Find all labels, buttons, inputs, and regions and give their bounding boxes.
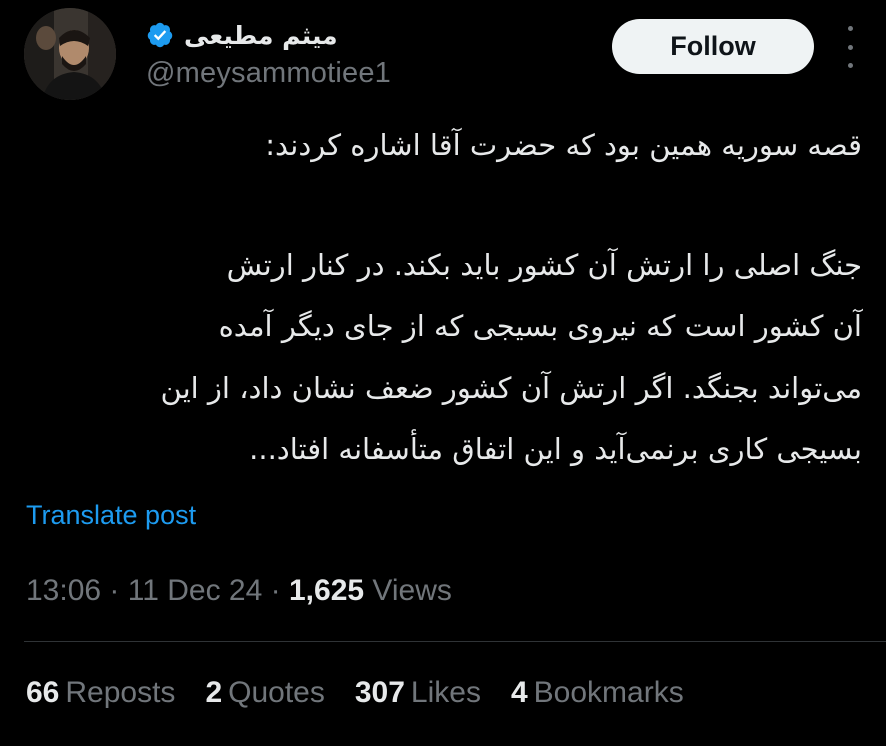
reposts-label: Reposts: [65, 676, 176, 709]
more-vertical-icon[interactable]: [840, 26, 860, 68]
name-row: میثم مطیعی: [146, 12, 338, 58]
divider: [24, 641, 886, 642]
tweet-text-line-3: آن کشور است که نیروی بسیجی که از جای دیگ…: [218, 309, 862, 343]
meta-separator: ·: [109, 574, 120, 607]
tweet-text-line-4: می‌تواند بجنگد. اگر ارتش آن کشور ضعف نشا…: [160, 371, 863, 405]
tweet-time[interactable]: 13:06: [26, 574, 101, 607]
tweet-meta: 13:06 · 11 Dec 24 · 1,625 Views: [26, 574, 452, 608]
likes-stat[interactable]: 307 Likes: [355, 676, 481, 710]
quotes-label: Quotes: [228, 676, 325, 709]
display-name[interactable]: میثم مطیعی: [184, 21, 338, 50]
quotes-stat[interactable]: 2 Quotes: [205, 676, 324, 710]
bookmarks-stat[interactable]: 4 Bookmarks: [511, 676, 684, 710]
meta-separator: ·: [270, 574, 281, 607]
user-handle[interactable]: @meysammotiee1: [146, 57, 391, 90]
views-label: Views: [372, 574, 452, 607]
reposts-count: 66: [26, 676, 60, 709]
quotes-count: 2: [205, 676, 223, 709]
bookmarks-count: 4: [510, 676, 528, 709]
translate-post-link[interactable]: Translate post: [26, 500, 196, 531]
likes-label: Likes: [410, 676, 481, 709]
profile-photo: [24, 8, 116, 100]
tweet-date[interactable]: 11 Dec 24: [128, 574, 263, 607]
avatar[interactable]: [24, 8, 116, 100]
bookmarks-label: Bookmarks: [533, 676, 684, 709]
reposts-stat[interactable]: 66 Reposts: [26, 676, 175, 710]
views-count: 1,625: [288, 574, 365, 607]
tweet-text-line-1: قصه سوریه همین بود که حضرت آقا اشاره کرد…: [265, 128, 862, 162]
likes-count: 307: [354, 676, 405, 709]
follow-button[interactable]: Follow: [612, 19, 814, 74]
verified-badge-icon: [147, 22, 173, 48]
engagement-stats: 66 Reposts 2 Quotes 307 Likes 4 Bookmarks: [26, 676, 684, 710]
tweet-text-line-5: بسیجی کاری برنمی‌آید و این اتفاق متأسفان…: [249, 432, 862, 466]
tweet-text-line-2: جنگ اصلی را ارتش آن کشور باید بکند. در ک…: [226, 248, 862, 282]
